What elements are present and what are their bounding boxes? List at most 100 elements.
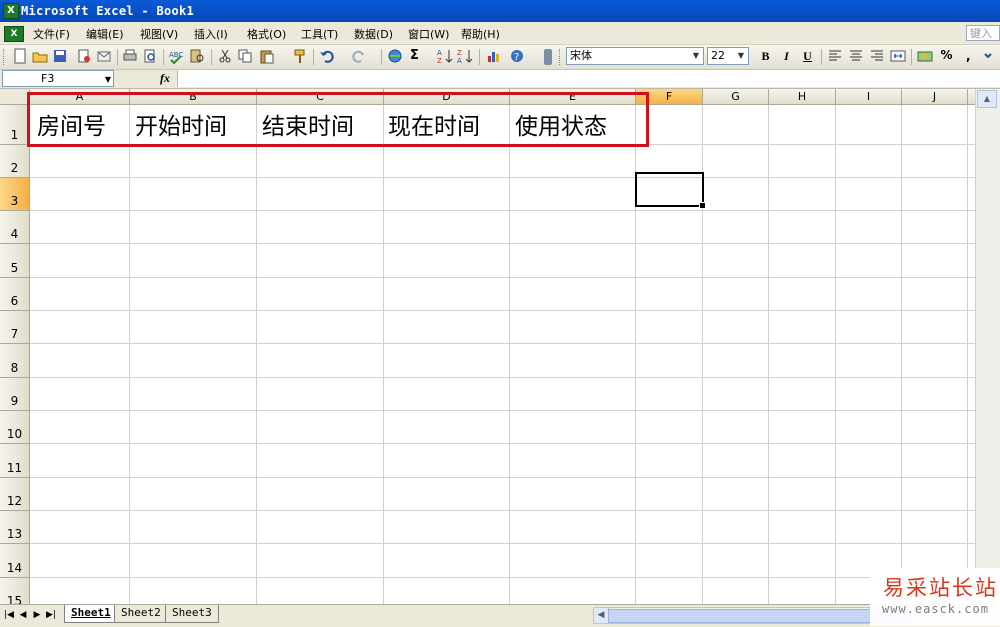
menu-file[interactable]: 文件(F) [33,26,70,42]
copy-icon[interactable] [237,48,253,64]
last-sheet-icon[interactable]: ▶| [46,609,56,621]
column-header-j[interactable]: J [902,89,968,105]
name-box[interactable]: F3 ▼ [2,70,114,87]
formula-input[interactable] [177,70,1000,87]
toolbar-grip[interactable] [3,49,7,65]
print-icon[interactable] [122,48,138,64]
toolbar-separator [211,49,212,65]
menu-tools[interactable]: 工具(T) [301,26,338,42]
row-header-14[interactable]: 14 [0,544,30,578]
menu-edit[interactable]: 编辑(E) [86,26,124,42]
name-box-value: F3 [41,72,55,85]
menu-help[interactable]: 帮助(H) [461,26,500,42]
row-header-5[interactable]: 5 [0,244,30,278]
menu-data[interactable]: 数据(D) [354,26,393,42]
gridline [967,105,968,604]
undo-icon[interactable] [319,48,335,64]
fill-handle[interactable] [699,202,706,209]
save-icon[interactable] [52,48,68,64]
prev-sheet-icon[interactable]: ◀ [18,609,28,621]
tab-sheet3[interactable]: Sheet3 [165,605,219,623]
percent-button[interactable]: % [938,48,955,65]
row-number: 2 [10,161,19,175]
underline-button[interactable]: U [799,48,816,65]
next-sheet-icon[interactable]: ▶ [32,609,42,621]
workbook-icon[interactable]: X [4,26,24,42]
bold-button[interactable]: B [757,48,774,65]
comma-style-icon[interactable]: , [960,48,976,64]
column-header-g[interactable]: G [703,89,769,105]
help-icon[interactable]: ? [509,48,525,64]
row-header-7[interactable]: 7 [0,311,30,344]
chart-wizard-icon[interactable] [486,48,502,64]
menu-format[interactable]: 格式(O) [247,26,286,42]
permission-icon[interactable] [76,48,92,64]
row-number: 7 [10,327,19,341]
gridline [30,243,975,244]
scroll-left-icon[interactable]: ◀ [594,608,609,623]
vertical-scrollbar[interactable]: ▲ [975,89,1000,604]
italic-button[interactable]: I [778,48,795,65]
row-header-15[interactable]: 15 [0,578,30,604]
row-number: 10 [6,427,23,441]
align-left-icon[interactable] [827,48,843,64]
row-header-1[interactable]: 1 [0,105,30,145]
paste-icon[interactable] [259,48,275,64]
print-preview-icon[interactable] [142,48,158,64]
merge-center-icon[interactable] [890,48,906,64]
currency-icon[interactable] [917,48,933,64]
column-header-i[interactable]: I [836,89,902,105]
align-center-icon[interactable] [848,48,864,64]
tab-sheet1[interactable]: Sheet1 [64,605,118,623]
new-icon[interactable] [12,48,28,64]
chevron-down-icon[interactable]: ▼ [735,49,747,63]
cut-icon[interactable] [217,48,233,64]
open-icon[interactable] [32,48,48,64]
column-header-k[interactable] [968,89,975,105]
insert-function-button[interactable]: fx [160,71,170,86]
column-header-h[interactable]: H [769,89,836,105]
select-all-corner[interactable] [0,89,30,105]
font-size-combo[interactable]: 22 ▼ [707,47,749,65]
row-header-2[interactable]: 2 [0,145,30,178]
row-header-8[interactable]: 8 [0,344,30,378]
row-header-10[interactable]: 10 [0,411,30,444]
redo-icon[interactable] [351,48,367,64]
autosum-button[interactable]: Σ [410,48,426,64]
worksheet-grid[interactable]: A B C D E F G H I J 1 2 3 4 5 6 7 8 9 10… [0,89,975,604]
first-sheet-icon[interactable]: |◀ [4,609,14,621]
tab-sheet2[interactable]: Sheet2 [114,605,168,623]
row-header-6[interactable]: 6 [0,278,30,311]
row-header-11[interactable]: 11 [0,444,30,478]
spelling-icon[interactable]: ABC [168,48,184,64]
menu-insert[interactable]: 插入(I) [194,26,228,42]
help-question-box[interactable]: 键入 [966,25,1000,41]
format-painter-icon[interactable] [292,48,308,64]
chevron-down-icon[interactable]: ▼ [690,49,702,63]
menu-window[interactable]: 窗口(W) [408,26,449,42]
scroll-thumb[interactable] [608,609,910,623]
menu-view[interactable]: 视图(V) [140,26,178,42]
align-right-icon[interactable] [869,48,885,64]
watermark: 易采站长站 www.easck.com [870,568,1000,626]
toolbar-grip[interactable] [559,49,563,65]
selected-cell-f3[interactable] [635,172,704,207]
sort-descending-icon[interactable]: ZA [457,48,473,64]
row-header-9[interactable]: 9 [0,378,30,411]
font-name-combo[interactable]: 宋体 ▼ [566,47,704,65]
toolbar-overflow-icon[interactable] [980,48,996,64]
font-name-value: 宋体 [570,49,592,62]
excel-app-icon[interactable]: X [3,3,19,19]
research-icon[interactable] [189,48,205,64]
row-header-13[interactable]: 13 [0,511,30,544]
row-header-12[interactable]: 12 [0,478,30,511]
hyperlink-icon[interactable] [387,48,403,64]
sort-ascending-icon[interactable]: AZ [437,48,453,64]
toolbar-options-icon[interactable] [544,49,552,65]
email-icon[interactable] [96,48,112,64]
scroll-up-icon[interactable]: ▲ [977,90,997,108]
row-header-4[interactable]: 4 [0,211,30,244]
toolbar: ABC Σ AZ ZA ? 宋体 ▼ 22 ▼ B I U % , [0,45,1000,70]
chevron-down-icon[interactable]: ▼ [105,72,111,87]
row-header-3[interactable]: 3 [0,178,30,211]
